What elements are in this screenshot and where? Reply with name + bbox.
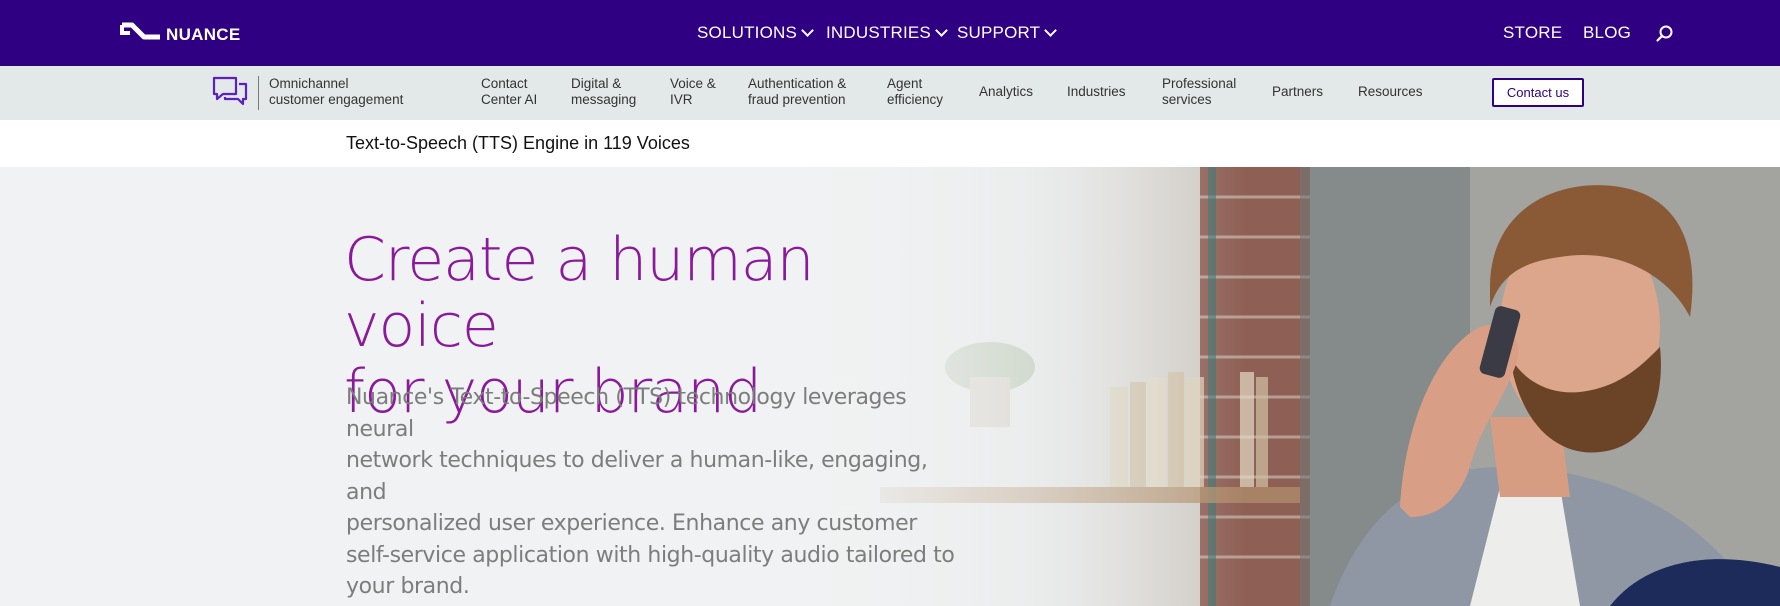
hero-description-line: your brand. — [346, 574, 470, 599]
brand-name: NUANCE — [166, 25, 241, 44]
subnav-label-line1: Professional — [1162, 76, 1237, 91]
hero-banner: Create a human voice for your brand Nuan… — [0, 167, 1780, 606]
main-menu: SOLUTIONS — [697, 0, 814, 66]
subnav-agent-efficiency[interactable]: Agent efficiency — [887, 76, 943, 108]
nav-solutions-label: SOLUTIONS — [697, 23, 798, 42]
subnav-label-line1: Agent — [887, 76, 923, 91]
main-menu-3: SUPPORT — [957, 0, 1058, 66]
nav-support-label: SUPPORT — [957, 23, 1041, 42]
blog-nav: BLOG — [1583, 0, 1631, 66]
subnav-resources[interactable]: Resources — [1358, 84, 1423, 100]
subnav-label-line1: Authentication & — [748, 76, 847, 91]
nav-blog[interactable]: BLOG — [1583, 23, 1631, 43]
subnav-label-line2: services — [1162, 92, 1212, 107]
subnav-industries[interactable]: Industries — [1067, 84, 1126, 100]
nuance-logo-icon — [120, 22, 160, 40]
subnav-authentication[interactable]: Authentication & fraud prevention — [748, 76, 846, 108]
hero-description-line: Nuance's Text-to-Speech (TTS) technology… — [346, 385, 907, 442]
subnav-label-line1: Voice & — [670, 76, 716, 91]
chat-bubbles-icon — [212, 76, 248, 106]
hero-description: Nuance's Text-to-Speech (TTS) technology… — [346, 382, 966, 603]
chevron-down-icon — [801, 24, 814, 37]
search-button[interactable] — [1655, 24, 1675, 44]
product-name-line2: customer engagement — [269, 92, 404, 107]
contact-us-button[interactable]: Contact us — [1492, 78, 1584, 107]
product-name-line1: Omnichannel — [269, 76, 349, 91]
nav-support[interactable]: SUPPORT — [957, 23, 1058, 43]
nav-solutions[interactable]: SOLUTIONS — [697, 23, 814, 43]
nav-industries[interactable]: INDUSTRIES — [826, 23, 948, 43]
store-nav: STORE — [1503, 0, 1562, 66]
page-title: Text-to-Speech (TTS) Engine in 119 Voice… — [346, 133, 690, 153]
subnav-contact-center-ai[interactable]: Contact Center AI — [481, 76, 537, 108]
hero-description-line: network techniques to deliver a human-li… — [346, 448, 928, 505]
main-menu-2: INDUSTRIES — [826, 0, 948, 66]
subnav-digital-messaging[interactable]: Digital & messaging — [571, 76, 636, 108]
product-sub-navigation: Omnichannel customer engagement Contact … — [0, 66, 1780, 120]
subnav-professional-services[interactable]: Professional services — [1162, 76, 1236, 108]
subnav-label-line2: efficiency — [887, 92, 944, 107]
search-icon — [1656, 25, 1673, 42]
subnav-label-line2: Center AI — [481, 92, 538, 107]
subnav-voice-ivr[interactable]: Voice & IVR — [670, 76, 716, 108]
nav-store[interactable]: STORE — [1503, 23, 1562, 43]
product-name[interactable]: Omnichannel customer engagement — [269, 76, 403, 108]
top-navigation-bar: NUANCE SOLUTIONS INDUSTRIES SUPPORT STOR… — [0, 0, 1780, 66]
subnav-label-line1: Contact — [481, 76, 528, 91]
chevron-down-icon — [935, 24, 948, 37]
subnav-label-line2: messaging — [571, 92, 637, 107]
subnav-analytics[interactable]: Analytics — [979, 84, 1033, 100]
hero-heading-line1: Create a human voice — [344, 225, 815, 361]
subnav-partners[interactable]: Partners — [1272, 84, 1323, 100]
hero-description-line: personalized user experience. Enhance an… — [346, 511, 917, 536]
subnav-label-line2: IVR — [670, 92, 693, 107]
product-divider — [258, 76, 259, 110]
subnav-label-line1: Digital & — [571, 76, 622, 91]
subnav-label-line2: fraud prevention — [748, 92, 846, 107]
nav-industries-label: INDUSTRIES — [826, 23, 931, 42]
page-title-strip: Text-to-Speech (TTS) Engine in 119 Voice… — [0, 120, 1780, 167]
chevron-down-icon — [1044, 24, 1058, 37]
nuance-logo[interactable]: NUANCE — [120, 20, 241, 46]
hero-description-line: self-service application with high-quali… — [346, 542, 955, 568]
